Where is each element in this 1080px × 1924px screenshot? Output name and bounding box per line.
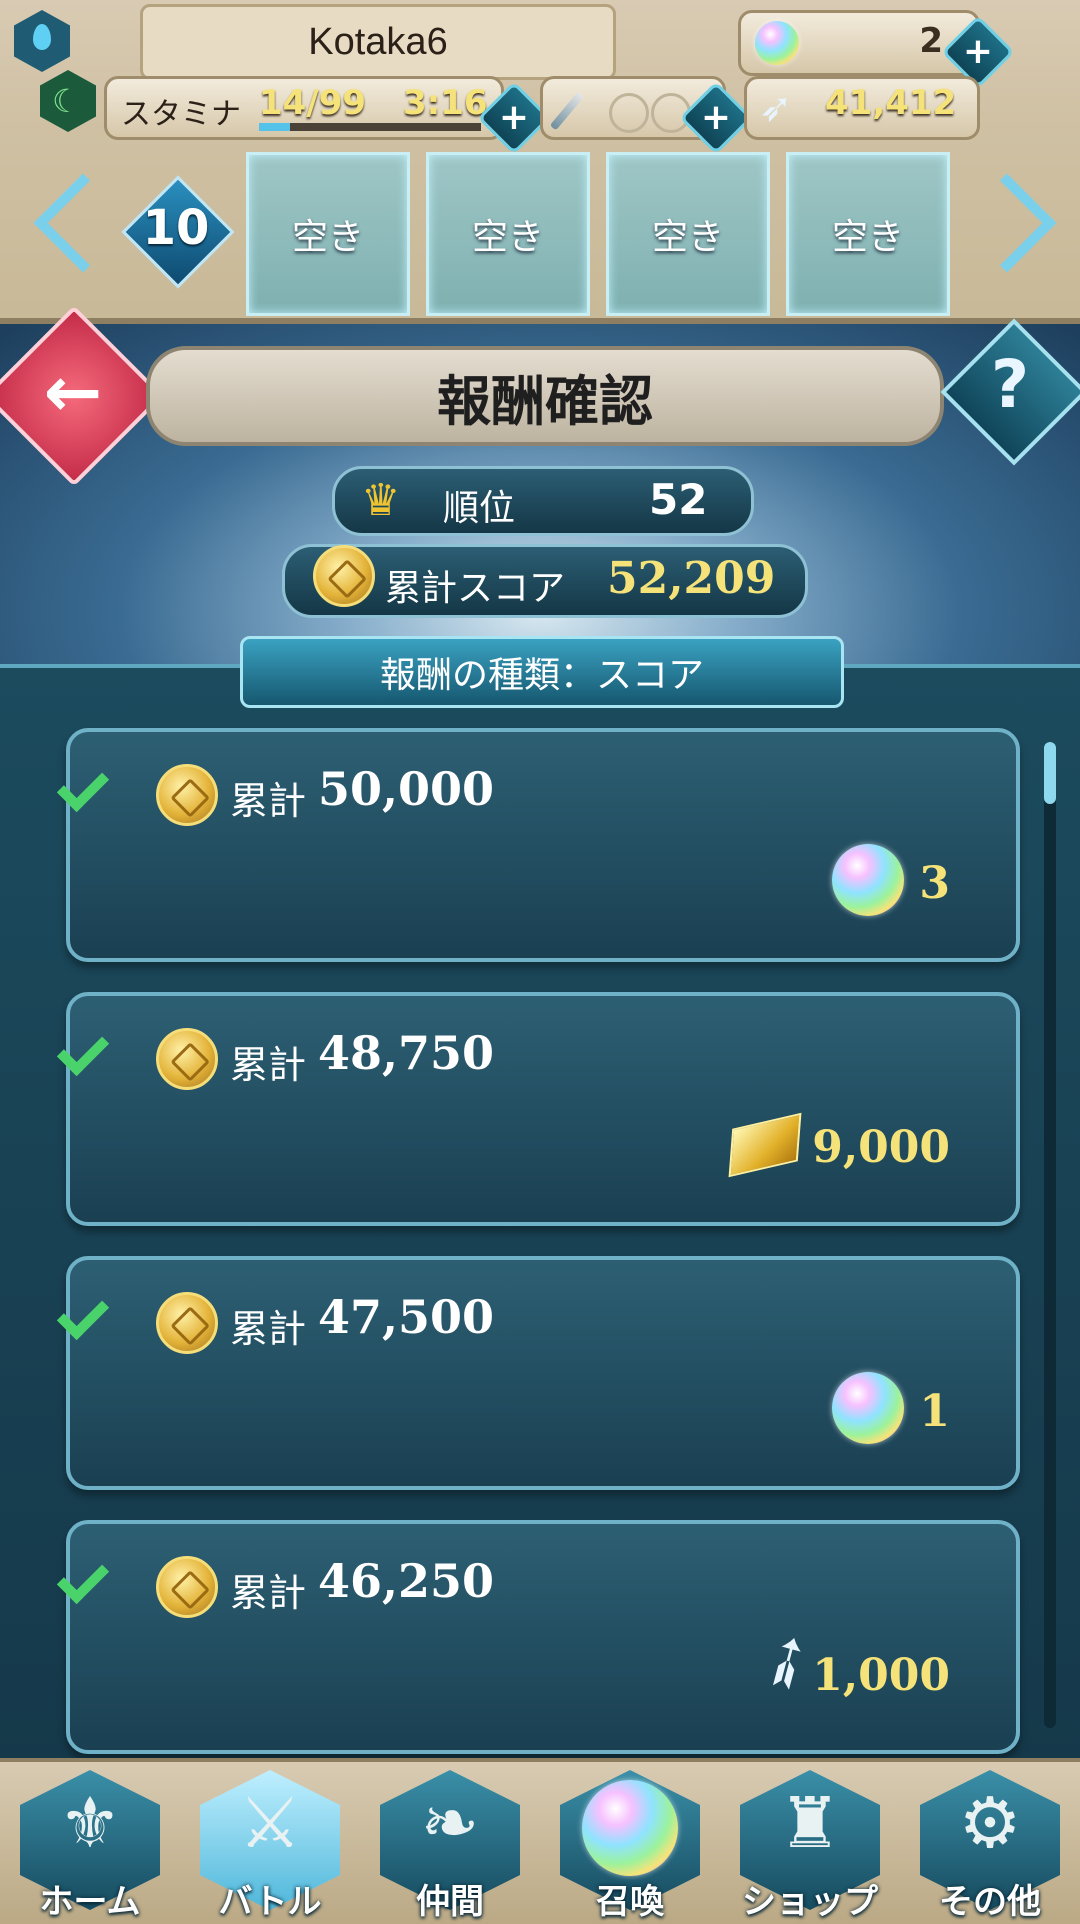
team-slot-4[interactable]: 空き — [786, 152, 950, 316]
nav-label: ショップ — [742, 1882, 878, 1922]
team-slot-2[interactable]: 空き — [426, 152, 590, 316]
reward-threshold-value: 47,500 — [318, 1290, 495, 1344]
allies-icon: ❧ — [420, 1782, 480, 1864]
reward-row: 累計 46,250 ➶ 1,000 — [56, 1520, 1020, 1754]
reward-threshold-label: 累計 — [230, 1043, 307, 1087]
nav-home[interactable]: ⚜ ホーム — [0, 1762, 180, 1922]
team-slot-1[interactable]: 空き — [246, 152, 410, 316]
nav-label: 仲間 — [416, 1882, 484, 1922]
team-number: 10 — [142, 200, 210, 256]
stamina-bar-fill — [259, 123, 291, 131]
nav-allies[interactable]: ❧ 仲間 — [360, 1762, 540, 1922]
gold-gem-icon — [728, 1112, 802, 1178]
rank-value: 52 — [649, 475, 708, 524]
moon-blessing-icon: ☾ — [40, 70, 96, 132]
orb-counter: 2 — [738, 10, 980, 76]
score-medal-icon — [156, 1292, 218, 1354]
back-arrow-icon: ← — [43, 351, 103, 433]
reward-amount: 1,000 — [812, 1650, 950, 1701]
reward-threshold-value: 50,000 — [318, 762, 495, 816]
reward-amount: 1 — [919, 1386, 950, 1437]
feather-count: 41,412 — [825, 83, 957, 123]
reward-row: 累計 50,000 3 — [56, 728, 1020, 962]
nav-label: 召喚 — [596, 1882, 664, 1922]
title-banner: 報酬確認 — [146, 346, 944, 446]
total-score-display: 累計スコア 52,209 — [282, 544, 808, 618]
nav-other[interactable]: ⚙ その他 — [900, 1762, 1080, 1922]
battle-icon: ⚔ — [238, 1782, 302, 1864]
reward-threshold-label: 累計 — [230, 779, 307, 823]
shop-icon: ♜ — [778, 1782, 842, 1864]
total-score-value: 52,209 — [607, 553, 776, 604]
stamina-timer: 3:16 — [403, 83, 488, 123]
orb-icon — [832, 844, 904, 916]
reward-threshold-label: 累計 — [230, 1571, 307, 1615]
rank-label: 順位 — [443, 488, 516, 529]
player-name: Kotaka6 — [308, 20, 448, 63]
nav-summon[interactable]: 召喚 — [540, 1762, 720, 1922]
score-medal-icon — [156, 1028, 218, 1090]
team-prev-arrow[interactable] — [24, 158, 133, 308]
reward-type-tab[interactable]: 報酬の種類：スコア — [240, 636, 844, 708]
top-header: ☾ Kotaka6 2 + スタミナ 14/99 3:16 + + ➶ 41,4… — [0, 0, 1080, 324]
nav-label: バトル — [218, 1882, 322, 1922]
water-element-icon — [14, 10, 70, 72]
orb-count: 2 — [919, 21, 943, 61]
stamina-counter: スタミナ 14/99 3:16 — [104, 76, 504, 140]
total-score-label: 累計スコア — [385, 568, 566, 609]
reward-amount: 3 — [919, 858, 950, 909]
nav-label: その他 — [939, 1882, 1041, 1922]
scrollbar-thumb[interactable] — [1044, 742, 1056, 804]
orb-icon — [755, 21, 799, 65]
stamina-label: スタミナ — [121, 97, 241, 132]
summon-icon — [582, 1780, 678, 1876]
reward-amount: 9,000 — [812, 1122, 950, 1173]
score-medal-icon — [156, 764, 218, 826]
score-medal-icon — [156, 1556, 218, 1618]
settings-icon: ⚙ — [958, 1782, 1022, 1864]
team-next-arrow[interactable] — [957, 158, 1057, 308]
reward-threshold-label: 累計 — [230, 1307, 307, 1351]
reward-threshold-value: 48,750 — [318, 1026, 495, 1080]
feather-icon: ➶ — [759, 85, 793, 131]
player-name-plate: Kotaka6 — [140, 4, 616, 80]
home-icon: ⚜ — [58, 1782, 122, 1864]
team-slot-3[interactable]: 空き — [606, 152, 770, 316]
nav-label: ホーム — [39, 1882, 141, 1922]
rank-display: ♛ 順位 52 — [332, 466, 754, 536]
scrollbar-track[interactable] — [1044, 742, 1056, 1728]
reward-threshold-value: 46,250 — [318, 1554, 495, 1608]
question-icon: ? — [990, 346, 1030, 423]
nav-battle[interactable]: ⚔ バトル — [180, 1762, 360, 1922]
nav-shop[interactable]: ♜ ショップ — [720, 1762, 900, 1922]
reward-row: 累計 47,500 1 — [56, 1256, 1020, 1490]
reward-type-label: 報酬の種類：スコア — [379, 655, 704, 696]
sword-icon — [549, 91, 585, 131]
reward-row: 累計 48,750 9,000 — [56, 992, 1020, 1226]
stamina-bar — [259, 123, 481, 131]
stamina-value: 14/99 — [259, 83, 367, 123]
empty-sword-slot-icon — [609, 93, 649, 133]
orb-icon — [832, 1372, 904, 1444]
crown-icon: ♛ — [361, 475, 401, 526]
score-medal-icon — [313, 545, 375, 607]
feather-counter: ➶ 41,412 — [744, 76, 980, 140]
page-title: 報酬確認 — [437, 368, 653, 433]
